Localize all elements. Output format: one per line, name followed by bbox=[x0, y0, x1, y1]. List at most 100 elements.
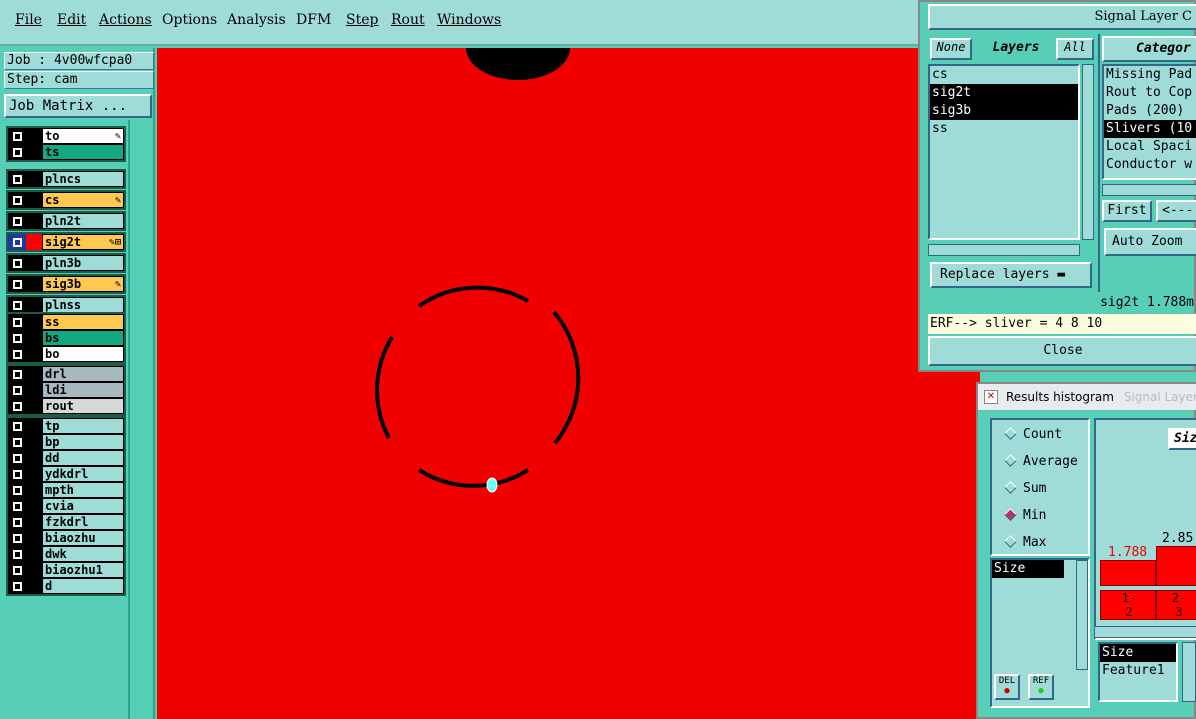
menu-options[interactable]: Options bbox=[162, 12, 217, 28]
chart-hscrollbar[interactable] bbox=[1094, 626, 1196, 638]
layer-row-cvia[interactable]: cvia bbox=[8, 498, 124, 514]
layer-name[interactable]: biaozhu1 bbox=[42, 562, 124, 578]
category-item[interactable]: Local Spaci bbox=[1104, 138, 1196, 156]
menu-dfm[interactable]: DFM bbox=[296, 12, 331, 28]
layer-list-item[interactable]: cs bbox=[930, 66, 1078, 84]
layer-row-drl[interactable]: drl bbox=[8, 366, 124, 382]
layer-color-swatch[interactable] bbox=[26, 482, 42, 498]
layer-color-swatch[interactable] bbox=[26, 562, 42, 578]
layer-name[interactable]: ts bbox=[42, 144, 124, 160]
layer-name[interactable]: plnss bbox=[42, 297, 124, 313]
layer-color-swatch[interactable] bbox=[26, 434, 42, 450]
menu-step[interactable]: Step bbox=[346, 12, 378, 28]
ref-button[interactable]: REF ● bbox=[1028, 674, 1054, 700]
layer-checkbox[interactable] bbox=[8, 144, 26, 160]
layer-list-scrollbar[interactable] bbox=[1082, 64, 1094, 240]
category-item[interactable]: Conductor w bbox=[1104, 156, 1196, 174]
layer-checkbox[interactable] bbox=[8, 330, 26, 346]
layer-checkbox[interactable] bbox=[8, 346, 26, 362]
layer-list-item[interactable]: sig3b bbox=[930, 102, 1078, 120]
layer-color-swatch[interactable] bbox=[26, 144, 42, 160]
layer-checkbox[interactable] bbox=[8, 128, 26, 144]
layer-color-swatch[interactable] bbox=[26, 128, 42, 144]
layer-color-swatch[interactable] bbox=[26, 418, 42, 434]
previous-button[interactable]: <--- bbox=[1156, 200, 1196, 222]
layer-color-swatch[interactable] bbox=[26, 578, 42, 594]
layer-row-dd[interactable]: dd bbox=[8, 450, 124, 466]
menu-edit[interactable]: Edit bbox=[57, 12, 86, 28]
layer-color-swatch[interactable] bbox=[26, 498, 42, 514]
layer-checkbox[interactable] bbox=[8, 314, 26, 330]
layer-row-to[interactable]: to ✎ bbox=[8, 128, 124, 144]
layer-row-sig2t[interactable]: sig2t ✎⊞ bbox=[8, 234, 124, 250]
layer-row-ts[interactable]: ts bbox=[8, 144, 124, 160]
layer-row-biaozhu1[interactable]: biaozhu1 bbox=[8, 562, 124, 578]
layer-checkbox[interactable] bbox=[8, 466, 26, 482]
size-list-scrollbar[interactable] bbox=[1076, 560, 1088, 670]
layer-checkbox[interactable] bbox=[8, 578, 26, 594]
first-button[interactable]: First bbox=[1102, 200, 1152, 222]
layer-name[interactable]: to ✎ bbox=[42, 128, 124, 144]
layer-color-swatch[interactable] bbox=[26, 346, 42, 362]
layer-checkbox[interactable] bbox=[8, 255, 26, 271]
layer-name[interactable]: drl bbox=[42, 366, 124, 382]
sliver-marker[interactable] bbox=[486, 477, 498, 493]
menu-actions[interactable]: Actions bbox=[99, 12, 152, 28]
layer-checkbox[interactable] bbox=[8, 562, 26, 578]
radio-max[interactable]: Max bbox=[1004, 534, 1046, 552]
layer-color-swatch[interactable] bbox=[26, 297, 42, 313]
histogram-bar[interactable] bbox=[1100, 560, 1156, 586]
layer-checkbox[interactable] bbox=[8, 450, 26, 466]
layer-color-swatch[interactable] bbox=[26, 530, 42, 546]
layer-name[interactable]: plncs bbox=[42, 171, 124, 187]
menu-analysis[interactable]: Analysis bbox=[227, 12, 286, 28]
radio-min[interactable]: Min bbox=[1004, 507, 1046, 525]
layer-name[interactable]: bs bbox=[42, 330, 124, 346]
layer-checkbox[interactable] bbox=[8, 171, 26, 187]
layer-row-ydkdrl[interactable]: ydkdrl bbox=[8, 466, 124, 482]
layer-name[interactable]: cs ✎ bbox=[42, 192, 124, 208]
size-tab[interactable]: Siz bbox=[1168, 428, 1196, 450]
layer-row-tp[interactable]: tp bbox=[8, 418, 124, 434]
layer-name[interactable]: dwk bbox=[42, 546, 124, 562]
radio-sum[interactable]: Sum bbox=[1004, 480, 1046, 498]
layer-checkbox[interactable] bbox=[8, 398, 26, 414]
layer-row-plnss[interactable]: plnss bbox=[8, 297, 124, 313]
layer-row-pln2t[interactable]: pln2t bbox=[8, 213, 124, 229]
layer-checkbox[interactable] bbox=[8, 418, 26, 434]
job-matrix-button[interactable]: Job Matrix ... bbox=[4, 94, 152, 118]
category-item[interactable]: Slivers (10 bbox=[1104, 120, 1196, 138]
layer-listbox[interactable]: cs sig2t sig3b ss bbox=[928, 64, 1080, 240]
layer-panel-scrollbar[interactable] bbox=[128, 120, 152, 719]
category-item[interactable]: Missing Pad bbox=[1104, 66, 1196, 84]
layer-row-fzkdrl[interactable]: fzkdrl bbox=[8, 514, 124, 530]
layer-checkbox[interactable] bbox=[8, 297, 26, 313]
del-button[interactable]: DEL ● bbox=[994, 674, 1020, 700]
auto-zoom-button[interactable]: Auto Zoom bbox=[1104, 228, 1196, 256]
layer-checkbox[interactable] bbox=[8, 366, 26, 382]
close-icon[interactable]: ✕ bbox=[984, 390, 998, 404]
layer-row-mpth[interactable]: mpth bbox=[8, 482, 124, 498]
close-button[interactable]: Close bbox=[928, 336, 1196, 366]
layer-name[interactable]: pln2t bbox=[42, 213, 124, 229]
layer-row-bs[interactable]: bs bbox=[8, 330, 124, 346]
layer-color-swatch[interactable] bbox=[26, 276, 42, 292]
layer-checkbox[interactable] bbox=[8, 546, 26, 562]
attribute-listbox[interactable]: Size Feature1 bbox=[1098, 642, 1178, 702]
layer-name[interactable]: ldi bbox=[42, 382, 124, 398]
radio-average[interactable]: Average bbox=[1004, 453, 1078, 471]
histogram-bar[interactable] bbox=[1156, 546, 1196, 586]
category-listbox[interactable]: Missing Pad Rout to Cop Pads (200) Slive… bbox=[1102, 64, 1196, 180]
layer-row-bo[interactable]: bo bbox=[8, 346, 124, 362]
layer-name[interactable]: cvia bbox=[42, 498, 124, 514]
layer-row-rout[interactable]: rout bbox=[8, 398, 124, 414]
category-item[interactable]: Pads (200) bbox=[1104, 102, 1196, 120]
layer-color-swatch[interactable] bbox=[26, 234, 42, 250]
layer-color-swatch[interactable] bbox=[26, 514, 42, 530]
all-button[interactable]: All bbox=[1056, 38, 1094, 60]
menu-file[interactable]: File bbox=[15, 12, 42, 28]
layer-name[interactable]: d bbox=[42, 578, 124, 594]
layer-checkbox[interactable] bbox=[8, 382, 26, 398]
layer-color-swatch[interactable] bbox=[26, 314, 42, 330]
layer-checkbox[interactable] bbox=[8, 276, 26, 292]
